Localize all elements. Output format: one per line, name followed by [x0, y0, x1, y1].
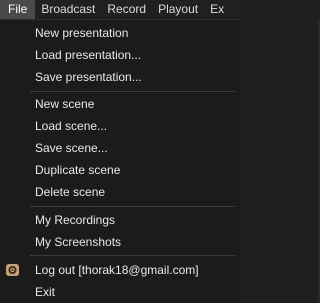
menu-separator	[30, 206, 235, 207]
menu-playout[interactable]: Playout	[152, 0, 204, 19]
menu-file[interactable]: File	[0, 0, 36, 19]
menu-separator	[30, 91, 235, 92]
menu-item-load-scene[interactable]: Load scene...	[0, 115, 241, 137]
menu-item-duplicate-scene[interactable]: Duplicate scene	[0, 159, 241, 181]
menu-item-log-out[interactable]: Log out [thorak18@gmail.com]	[0, 259, 241, 281]
menu-separator	[30, 255, 235, 256]
menu-bar: File Broadcast Record Playout Ex	[0, 0, 241, 19]
file-dropdown-menu: New presentation Load presentation... Sa…	[0, 19, 241, 303]
menu-item-save-presentation[interactable]: Save presentation...	[0, 66, 241, 88]
menu-broadcast[interactable]: Broadcast	[35, 0, 101, 19]
menu-item-load-presentation[interactable]: Load presentation...	[0, 44, 241, 66]
menu-item-new-presentation[interactable]: New presentation	[0, 22, 241, 44]
menu-item-exit[interactable]: Exit	[0, 281, 241, 303]
menu-item-new-scene[interactable]: New scene	[0, 93, 241, 115]
menu-extras-truncated[interactable]: Ex	[204, 0, 230, 19]
menu-item-save-scene[interactable]: Save scene...	[0, 137, 241, 159]
menu-item-my-recordings[interactable]: My Recordings	[0, 209, 241, 231]
menu-item-my-screenshots[interactable]: My Screenshots	[0, 231, 241, 253]
log-out-label: Log out [thorak18@gmail.com]	[35, 263, 199, 277]
account-icon	[6, 264, 19, 276]
menu-record[interactable]: Record	[101, 0, 152, 19]
menu-item-delete-scene[interactable]: Delete scene	[0, 181, 241, 203]
